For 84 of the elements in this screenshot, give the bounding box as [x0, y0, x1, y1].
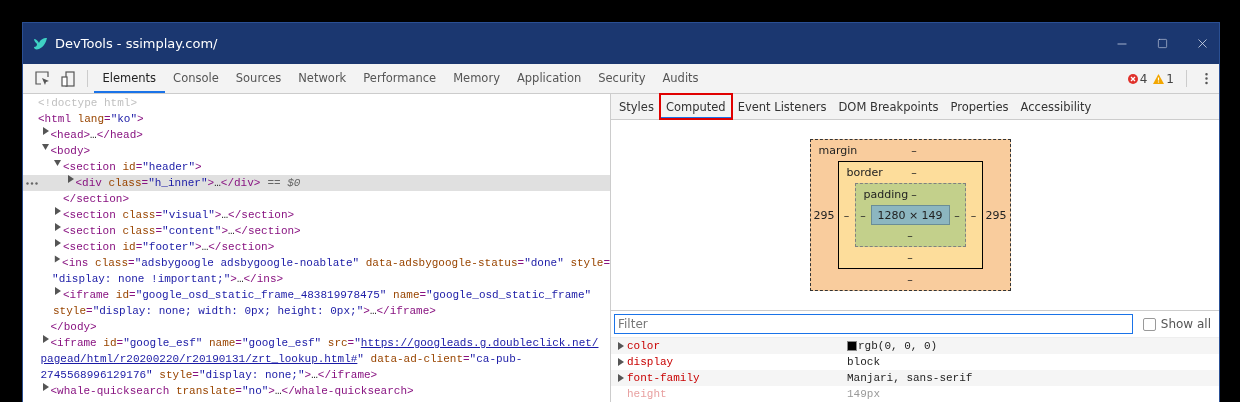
code-line: <section id="header"> — [63, 160, 202, 175]
panel-tab[interactable]: Network — [289, 64, 355, 93]
sidebar-tab[interactable]: Properties — [944, 94, 1015, 119]
code-line: "display: none !important;">…</ins> — [52, 272, 284, 287]
panel-tab[interactable]: Sources — [227, 64, 290, 93]
expand-arrow-icon[interactable] — [40, 383, 51, 391]
sidebar-tab[interactable]: Event Listeners — [731, 94, 833, 119]
code-line: pagead/html/r20200220/r20190131/zrt_lookup.html#" data-ad-client="ca-pub- — [40, 352, 523, 367]
link[interactable]: https://googleads.g.doubleclick.net/ — [360, 337, 599, 349]
box-value: – — [911, 166, 917, 179]
code-line: <section id="footer">…</section> — [63, 240, 275, 255]
filter-field[interactable]: Filter — [614, 314, 1133, 334]
expand-arrow-icon[interactable] — [53, 223, 63, 231]
box-value: – — [969, 207, 978, 224]
property-value: 149px — [847, 388, 881, 400]
property-name: height — [626, 388, 668, 400]
expand-arrow-icon[interactable] — [40, 335, 51, 343]
box-label: margin — [818, 144, 858, 157]
box-value: – — [906, 272, 914, 288]
property-name: display — [617, 356, 847, 368]
box-value: 295 — [812, 207, 836, 224]
panel-tab[interactable]: Audits — [653, 64, 708, 93]
maximize-icon[interactable] — [1156, 38, 1168, 49]
code-line: <iframe id="google_osd_static_frame_483819978475" name="google_osd_static_frame" — [63, 288, 592, 303]
expand-arrow-icon[interactable] — [53, 287, 63, 295]
more-icon[interactable] — [26, 182, 38, 185]
box-label: border — [846, 166, 883, 179]
code-line: <!doctype html> — [38, 96, 138, 111]
code-line: <body> — [50, 144, 91, 159]
sidebar-tab[interactable]: Styles — [613, 94, 660, 119]
code-line: <whale-quicksearch translate="no">…</whale-quicksearch> — [50, 384, 414, 399]
whale-logo-icon — [33, 36, 49, 51]
box-value: – — [953, 207, 961, 224]
collapse-arrow-icon[interactable] — [53, 159, 63, 167]
box-value: – — [911, 144, 917, 157]
warning-icon — [1153, 73, 1165, 84]
error-icon — [1127, 73, 1138, 84]
panel-tab[interactable]: Console — [164, 64, 228, 93]
inspect-icon[interactable] — [34, 71, 50, 86]
warning-count: 1 — [1166, 71, 1174, 86]
code-line: <ins class="adsbygoogle adsbygoogle-noablate" data-adsbygoogle-status="done" style= — [62, 256, 610, 271]
collapse-arrow-icon[interactable] — [40, 143, 51, 151]
property-name: color — [617, 340, 847, 352]
content-size: 1280 × 149 — [870, 205, 950, 225]
panel-tab[interactable]: Elements — [94, 64, 165, 93]
sidebar-tab[interactable]: Computed — [659, 94, 732, 119]
box-value: – — [859, 207, 867, 224]
code-line: <section class="visual">…</section> — [63, 208, 295, 223]
code-line: style="display: none; width: 0px; height: 0px;">…</iframe> — [53, 304, 436, 319]
panel-tab[interactable]: Memory — [444, 64, 509, 93]
code-line: <iframe id="google_esf" name="google_esf" src="https://googleads.g.doubleclick.net/ — [50, 336, 599, 351]
box-value: 295 — [984, 207, 1008, 224]
expand-arrow-icon[interactable] — [53, 239, 63, 247]
code-line: <section class="content">…</section> — [63, 224, 301, 239]
error-count: 4 — [1139, 71, 1148, 86]
expand-arrow-icon[interactable] — [53, 207, 63, 215]
panel-tab[interactable]: Application — [508, 64, 590, 93]
code-line: </section> — [62, 192, 129, 207]
box-value: – — [906, 228, 914, 244]
property-value: rgb(0, 0, 0) — [847, 340, 1219, 352]
code-line: </body> — [49, 320, 97, 335]
code-line: <html lang="ko"> — [38, 112, 144, 127]
code-line: <head>…</head> — [50, 128, 143, 143]
code-line: 2745568996129176" style="display: none;">…</iframe> — [40, 368, 378, 383]
link[interactable]: pagead/html/r20200220/r20190131/zrt_lookup.html# — [40, 353, 358, 365]
panel-tab[interactable]: Security — [589, 64, 654, 93]
device-icon[interactable] — [61, 70, 75, 87]
sidebar-tab[interactable]: DOM Breakpoints — [832, 94, 945, 119]
box-label: padding — [863, 188, 909, 201]
box-value: – — [906, 250, 914, 266]
selection-marker: == $0 — [267, 176, 301, 191]
sidebar-tab[interactable]: Accessibility — [1014, 94, 1098, 119]
expand-arrow-icon[interactable] — [40, 127, 51, 135]
panel-tab[interactable]: Performance — [354, 64, 445, 93]
property-value: Manjari, sans-serif — [847, 372, 974, 384]
window-title: DevTools - ssimplay.com/ — [55, 36, 219, 51]
code-line: <div class="h_inner">…</div> — [75, 176, 261, 191]
box-value: – — [911, 188, 917, 201]
checkbox[interactable] — [1142, 317, 1156, 331]
show-all-checkbox[interactable]: Show all — [1142, 317, 1211, 331]
expand-arrow-icon[interactable] — [65, 175, 76, 183]
property-name: font-family — [617, 372, 847, 384]
property-value: block — [847, 356, 881, 368]
box-value: – — [842, 207, 851, 224]
